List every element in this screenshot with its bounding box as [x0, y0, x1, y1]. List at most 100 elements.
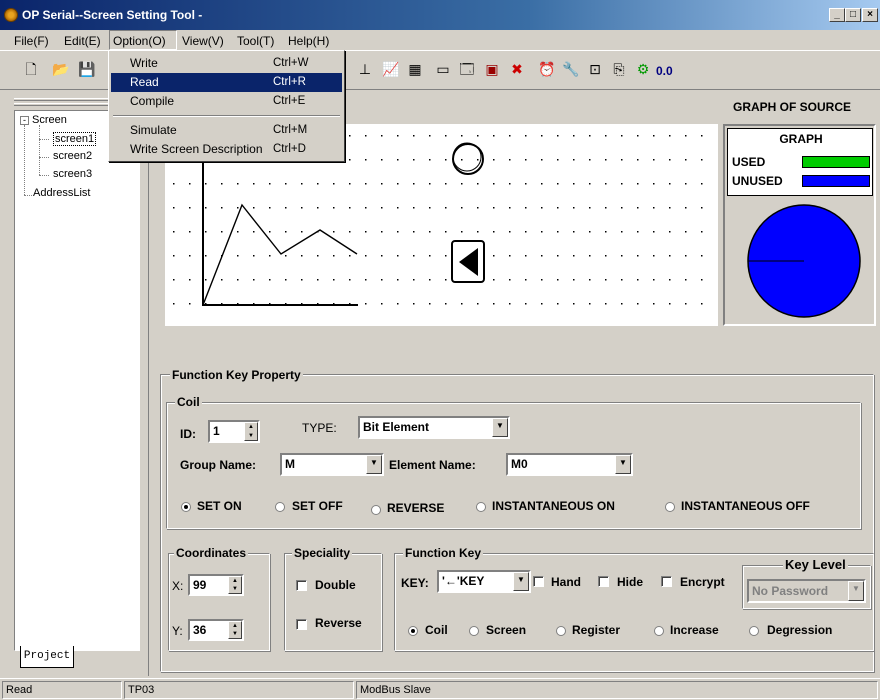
y-spinner[interactable]: ▲ ▼ — [228, 621, 242, 639]
reverse-checkbox[interactable] — [296, 619, 307, 630]
double-checkbox[interactable] — [296, 580, 307, 591]
key-level-dropdown-arrow[interactable]: ▼ — [848, 581, 864, 601]
key-select[interactable]: '←'KEY ▼ — [437, 570, 531, 593]
project-tree: - Screen screen1 screen2 screen3 Address… — [14, 110, 140, 651]
graph-of-source-title: GRAPH OF SOURCE — [733, 100, 852, 114]
close-button[interactable]: × — [862, 8, 878, 22]
target-screen-label: Screen — [486, 623, 527, 637]
y-field[interactable]: 36 ▲ ▼ — [188, 619, 244, 641]
mode-reverse-radio[interactable] — [371, 505, 381, 515]
new-file-icon[interactable]: 🗋 — [22, 60, 40, 78]
line-chart-icon[interactable]: 📈 — [382, 60, 400, 78]
id-value: 1 — [213, 424, 220, 438]
menu-simulate[interactable]: Simulate Ctrl+M — [111, 121, 342, 140]
rectangle-icon[interactable]: ▭ — [434, 60, 452, 78]
menu-separator — [113, 115, 340, 117]
delete-icon[interactable]: ✖ — [508, 60, 526, 78]
x-spinner[interactable]: ▲ ▼ — [228, 576, 242, 594]
menu-read[interactable]: Read Ctrl+R — [111, 73, 342, 92]
hand-label: Hand — [551, 575, 581, 589]
double-label: Double — [315, 578, 356, 592]
mode-instantaneous-on-radio[interactable] — [476, 502, 486, 512]
alarm-clock-icon[interactable]: ⏰ — [538, 60, 556, 78]
tree-node-screen[interactable]: Screen — [32, 114, 67, 126]
target-register-radio[interactable] — [556, 626, 566, 636]
menu-view[interactable]: View(V) — [182, 34, 224, 48]
target-screen-radio[interactable] — [469, 626, 479, 636]
graph-legend: GRAPH USED UNUSED — [727, 128, 873, 196]
minimize-button[interactable]: _ — [829, 8, 845, 22]
key-dropdown-arrow[interactable]: ▼ — [513, 572, 529, 591]
tree-node-screen1[interactable]: screen1 — [53, 132, 97, 146]
tab-project[interactable]: Project — [20, 646, 74, 668]
id-field[interactable]: 1 ▲ ▼ — [208, 420, 260, 443]
left-arrow-key-widget[interactable] — [451, 240, 485, 283]
type-select[interactable]: Bit Element ▼ — [358, 416, 510, 439]
maximize-button[interactable]: □ — [845, 8, 861, 22]
menu-edit[interactable]: Edit(E) — [64, 34, 101, 48]
tree-node-addresslist[interactable]: AddressList — [33, 187, 90, 199]
target-degression-label: Degression — [767, 623, 833, 637]
element-dropdown-arrow[interactable]: ▼ — [615, 455, 631, 474]
key-label: KEY: — [401, 576, 429, 590]
target-degression-radio[interactable] — [749, 626, 759, 636]
mode-set-on-radio[interactable] — [181, 502, 191, 512]
mode-instantaneous-off-label: INSTANTANEOUS OFF — [681, 499, 810, 513]
group-name-value: M — [285, 457, 295, 471]
status-bar: Read TP03 ModBus Slave — [0, 678, 880, 700]
speciality-group — [284, 553, 382, 651]
reverse-label: Reverse — [315, 616, 362, 630]
menu-write[interactable]: Write Ctrl+W — [111, 54, 342, 73]
group-dropdown-arrow[interactable]: ▼ — [366, 455, 382, 474]
picture-icon[interactable]: ▣ — [483, 60, 501, 78]
group-name-select[interactable]: M ▼ — [280, 453, 384, 476]
gear-icon[interactable]: ⚙ — [634, 60, 652, 78]
target-increase-radio[interactable] — [654, 626, 664, 636]
status-device: TP03 — [124, 681, 354, 699]
lamp-circle-widget[interactable] — [452, 142, 484, 175]
mode-instantaneous-off-radio[interactable] — [665, 502, 675, 512]
element-name-value: M0 — [511, 457, 528, 471]
type-label: TYPE: — [302, 421, 337, 435]
table-icon[interactable]: ▦ — [406, 60, 424, 78]
key-value: '←'KEY — [442, 574, 485, 588]
menu-tool[interactable]: Tool(T) — [237, 34, 274, 48]
menu-write-screen-description[interactable]: Write Screen Description Ctrl+D — [111, 140, 342, 159]
mode-instantaneous-on-label: INSTANTANEOUS ON — [492, 499, 615, 513]
open-folder-icon[interactable]: 📂 — [52, 60, 70, 78]
bar-tool-icon[interactable]: ⊥ — [356, 60, 374, 78]
id-spinner[interactable]: ▲ ▼ — [244, 422, 258, 441]
mode-set-off-label: SET OFF — [292, 499, 343, 513]
tree-node-screen3[interactable]: screen3 — [53, 168, 92, 180]
hide-checkbox[interactable] — [598, 576, 609, 587]
menu-compile[interactable]: Compile Ctrl+E — [111, 92, 342, 111]
window-icon[interactable]: 🗔 — [458, 60, 476, 78]
menu-help[interactable]: Help(H) — [288, 34, 329, 48]
type-value: Bit Element — [363, 420, 430, 434]
download-box-icon[interactable]: ⊡ — [586, 60, 604, 78]
wrench-icon[interactable]: 🔧 — [562, 60, 580, 78]
key-level-title: Key Level — [783, 557, 848, 572]
zoom-value: 0.0 — [656, 64, 673, 78]
speciality-title: Speciality — [292, 546, 353, 560]
x-field[interactable]: 99 ▲ ▼ — [188, 574, 244, 596]
tree-collapse-icon[interactable]: - — [20, 116, 29, 125]
trend-chart-widget[interactable] — [202, 154, 358, 306]
mode-set-off-radio[interactable] — [275, 502, 285, 512]
hand-checkbox[interactable] — [533, 576, 544, 587]
x-label: X: — [172, 579, 184, 593]
y-label: Y: — [172, 624, 183, 638]
target-coil-radio[interactable] — [408, 626, 418, 636]
copy-icon[interactable]: ⎘ — [610, 60, 628, 78]
encrypt-checkbox[interactable] — [661, 576, 672, 587]
menu-file[interactable]: File(F) — [14, 34, 49, 48]
tree-node-screen2[interactable]: screen2 — [53, 150, 92, 162]
coil-group-title: Coil — [175, 395, 202, 409]
target-coil-label: Coil — [425, 623, 448, 637]
element-name-select[interactable]: M0 ▼ — [506, 453, 633, 476]
menu-option[interactable]: Option(O) — [113, 34, 166, 48]
key-level-select[interactable]: No Password ▼ — [747, 579, 866, 603]
save-icon[interactable]: 💾 — [78, 60, 96, 78]
mode-reverse-label: REVERSE — [387, 501, 445, 515]
type-dropdown-arrow[interactable]: ▼ — [492, 418, 508, 437]
